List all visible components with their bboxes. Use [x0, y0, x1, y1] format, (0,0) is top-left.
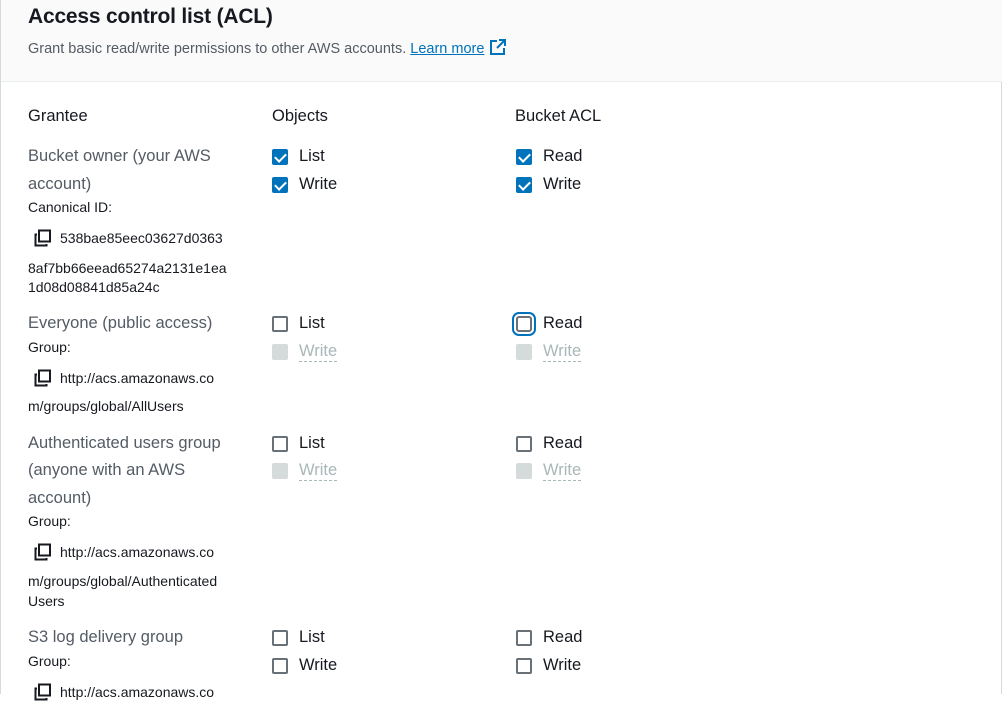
grantee-column-header: Grantee [28, 107, 88, 125]
description-text: Grant basic read/write permissions to ot… [28, 41, 407, 57]
everyone-objects-list-checkbox[interactable] [272, 316, 288, 332]
copy-icon[interactable] [34, 369, 52, 387]
acl-panel: Access control list (ACL) Grant basic re… [0, 0, 1002, 701]
logdelivery-objects-list-label: List [299, 628, 325, 646]
owner-acl-write-label: Write [543, 175, 582, 193]
owner-grantee-name-cont: account) [28, 175, 92, 193]
authenticated-acl-read-label: Read [543, 434, 583, 452]
learn-more-link[interactable]: Learn more [410, 39, 507, 57]
canonical-id-value-cont2: 1d08d08841d85a24c [28, 279, 160, 295]
logdelivery-acl-read-label: Read [543, 628, 583, 646]
authenticated-acl-read-checkbox[interactable] [516, 436, 532, 452]
copy-icon[interactable] [34, 229, 52, 247]
everyone-objects-list-label: List [299, 314, 325, 332]
authenticated-grantee-name: Authenticated users group [28, 434, 221, 452]
owner-objects-list-label: List [299, 147, 325, 165]
everyone-acl-read-checkbox[interactable] [516, 316, 532, 332]
authenticated-group-uri-cont2: Users [28, 593, 65, 609]
logdelivery-grantee-name: S3 log delivery group [28, 628, 184, 646]
everyone-grantee-name: Everyone (public access) [28, 314, 213, 332]
authenticated-group-uri: http://acs.amazonaws.co [60, 544, 215, 560]
everyone-objects-write-label: Write [299, 342, 338, 362]
objects-column-header: Objects [272, 107, 328, 125]
logdelivery-objects-list-checkbox[interactable] [272, 630, 288, 646]
copy-icon[interactable] [34, 543, 52, 561]
everyone-acl-read-label: Read [543, 314, 583, 332]
authenticated-objects-list-checkbox[interactable] [272, 436, 288, 452]
authenticated-objects-list-label: List [299, 434, 325, 452]
owner-objects-write-label: Write [299, 175, 338, 193]
canonical-id-value: 538bae85eec03627d0363 [60, 230, 223, 246]
owner-acl-read-label: Read [543, 147, 583, 165]
authenticated-group-uri-cont: m/groups/global/Authenticated [28, 573, 218, 589]
everyone-group-label: Group: [28, 339, 71, 355]
everyone-group-uri-cont: m/groups/global/AllUsers [28, 398, 184, 414]
owner-objects-write-checkbox[interactable] [272, 177, 288, 193]
logdelivery-acl-write-label: Write [543, 656, 582, 674]
everyone-acl-write-label: Write [543, 342, 582, 362]
learn-more-label: Learn more [410, 41, 485, 57]
logdelivery-group-label: Group: [28, 653, 71, 669]
owner-grantee-name: Bucket owner (your AWS [28, 147, 211, 165]
canonical-id-label: Canonical ID: [28, 199, 113, 215]
everyone-objects-write-checkbox [272, 344, 288, 360]
bucket-acl-column-header: Bucket ACL [515, 107, 602, 125]
logdelivery-acl-read-checkbox[interactable] [516, 630, 532, 646]
authenticated-grantee-name-cont2: account) [28, 489, 92, 507]
authenticated-objects-write-label: Write [299, 461, 338, 481]
logdelivery-acl-write-checkbox[interactable] [516, 658, 532, 674]
canonical-id-value-cont: 8af7bb66eead65274a2131e1ea [28, 260, 227, 276]
copy-icon[interactable] [34, 683, 52, 701]
authenticated-grantee-name-cont: (anyone with an AWS [28, 461, 186, 479]
authenticated-acl-write-label: Write [543, 461, 582, 481]
logdelivery-objects-write-checkbox[interactable] [272, 658, 288, 674]
everyone-acl-write-checkbox [516, 344, 532, 360]
page-title: Access control list (ACL) [28, 5, 273, 28]
logdelivery-group-uri: http://acs.amazonaws.co [60, 684, 215, 700]
acl-header: Access control list (ACL) Grant basic re… [1, 0, 1002, 82]
owner-acl-write-checkbox[interactable] [516, 177, 532, 193]
external-link-icon [490, 39, 507, 55]
description: Grant basic read/write permissions to ot… [28, 38, 507, 57]
logdelivery-objects-write-label: Write [299, 656, 338, 674]
authenticated-group-label: Group: [28, 513, 71, 529]
owner-objects-list-checkbox[interactable] [272, 149, 288, 165]
everyone-group-uri: http://acs.amazonaws.co [60, 370, 215, 386]
authenticated-objects-write-checkbox [272, 463, 288, 479]
owner-acl-read-checkbox[interactable] [516, 149, 532, 165]
authenticated-acl-write-checkbox [516, 463, 532, 479]
